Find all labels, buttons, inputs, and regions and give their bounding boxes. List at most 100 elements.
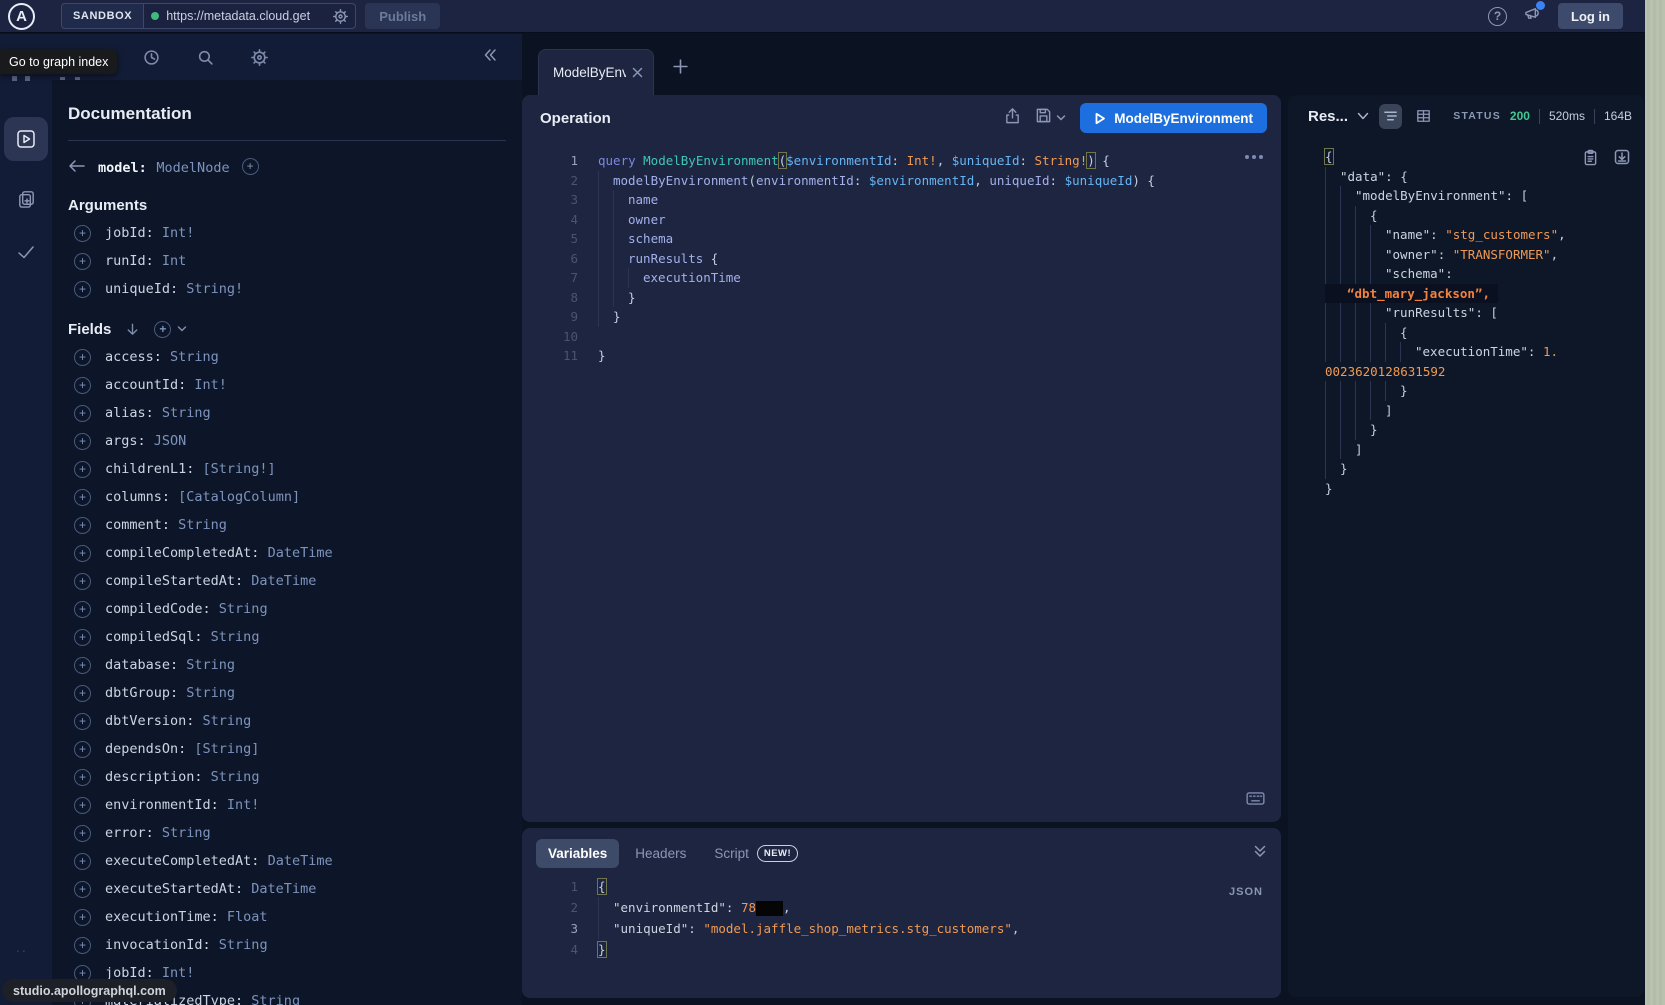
add-field-icon[interactable]: + (74, 685, 91, 702)
doc-field-row[interactable]: + invocationId: String (68, 931, 506, 959)
add-field-icon[interactable]: + (74, 225, 91, 242)
keyboard-shortcuts-icon[interactable] (1246, 792, 1265, 810)
doc-field-row[interactable]: + executeStartedAt: DateTime (68, 875, 506, 903)
doc-field-row[interactable]: + dependsOn: [String] (68, 735, 506, 763)
graph-index-icon-partial[interactable] (12, 76, 30, 81)
help-icon[interactable]: ? (1488, 7, 1507, 26)
apollo-logo[interactable]: A (8, 3, 35, 30)
tab-script[interactable]: ScriptNEW! (702, 839, 810, 868)
collapse-variables-icon[interactable] (1253, 844, 1267, 863)
doc-field-row[interactable]: + args: JSON (68, 427, 506, 455)
settings-gear-icon[interactable] (251, 49, 268, 66)
response-actions (1583, 149, 1630, 170)
add-field-icon[interactable]: + (74, 517, 91, 534)
share-operation-icon[interactable] (1004, 107, 1021, 130)
save-options-chevron-icon[interactable] (1056, 109, 1066, 127)
add-field-icon[interactable]: + (74, 489, 91, 506)
add-field-icon[interactable]: + (74, 349, 91, 366)
back-arrow-icon[interactable] (68, 159, 86, 173)
new-tab-icon[interactable] (672, 58, 689, 80)
doc-field-row[interactable]: + description: String (68, 763, 506, 791)
endpoint-settings-gear-icon[interactable] (333, 9, 348, 24)
doc-field-row[interactable]: + environmentId: Int! (68, 791, 506, 819)
download-response-icon[interactable] (1614, 149, 1630, 170)
status-code: 200 (1510, 109, 1530, 123)
response-size: 164B (1604, 109, 1632, 123)
operation-editor[interactable]: 1query ModelByEnvironment($environmentId… (522, 141, 1281, 366)
response-title[interactable]: Res... (1308, 108, 1369, 125)
add-field-icon[interactable]: + (74, 853, 91, 870)
collections-nav-item[interactable] (4, 176, 48, 220)
table-view-toggle[interactable] (1412, 104, 1435, 129)
add-all-fields-icon[interactable]: + (154, 321, 187, 338)
doc-field-row[interactable]: + compileStartedAt: DateTime (68, 567, 506, 595)
collapse-panel-icon[interactable] (482, 47, 498, 68)
add-field-icon[interactable]: + (74, 405, 91, 422)
model-field-type[interactable]: ModelNode (156, 160, 229, 176)
close-tab-icon[interactable] (632, 67, 643, 78)
doc-field-row[interactable]: + columns: [CatalogColumn] (68, 483, 506, 511)
add-field-icon[interactable]: + (74, 769, 91, 786)
doc-field-row[interactable]: + alias: String (68, 399, 506, 427)
status-label: STATUS (1453, 110, 1501, 122)
checks-nav-item[interactable] (4, 230, 48, 274)
doc-field-row[interactable]: + error: String (68, 819, 506, 847)
endpoint-url[interactable]: https://metadata.cloud.get (166, 9, 326, 23)
tab-variables[interactable]: Variables (536, 839, 619, 868)
doc-field-row[interactable]: + dbtVersion: String (68, 707, 506, 735)
copy-response-icon[interactable] (1583, 149, 1598, 170)
save-operation-group[interactable] (1035, 107, 1066, 129)
arguments-heading: Arguments (68, 195, 506, 215)
doc-field-row[interactable]: + jobId: Int! (68, 219, 506, 247)
history-clock-icon[interactable] (143, 49, 160, 66)
announcements-megaphone-icon[interactable] (1523, 5, 1542, 27)
doc-field-row[interactable]: + compiledCode: String (68, 595, 506, 623)
doc-field-row[interactable]: + childrenL1: [String!] (68, 455, 506, 483)
add-field-icon[interactable]: + (74, 797, 91, 814)
doc-field-row[interactable]: + dbtGroup: String (68, 679, 506, 707)
add-field-icon[interactable]: + (74, 253, 91, 270)
add-field-icon[interactable]: + (74, 545, 91, 562)
editor-overflow-menu-icon[interactable] (1245, 155, 1263, 159)
variables-editor[interactable]: 1{2"environmentId": 78,3"uniqueId": "mod… (522, 868, 1281, 960)
doc-field-row[interactable]: + compileCompletedAt: DateTime (68, 539, 506, 567)
doc-field-row[interactable]: + executeCompletedAt: DateTime (68, 847, 506, 875)
search-icon[interactable] (197, 49, 214, 66)
add-field-icon[interactable]: + (74, 881, 91, 898)
add-field-icon[interactable]: + (74, 377, 91, 394)
add-field-icon[interactable]: + (74, 825, 91, 842)
doc-field-row[interactable]: + database: String (68, 651, 506, 679)
run-operation-button[interactable]: ModelByEnvironment (1080, 103, 1267, 133)
add-field-icon[interactable]: + (74, 741, 91, 758)
doc-field-row[interactable]: + access: String (68, 343, 506, 371)
add-field-icon[interactable]: + (74, 909, 91, 926)
doc-field-row[interactable]: + executionTime: Float (68, 903, 506, 931)
add-field-icon[interactable]: + (74, 629, 91, 646)
add-field-icon[interactable]: + (74, 713, 91, 730)
json-view-toggle[interactable] (1379, 104, 1402, 129)
add-model-field-icon[interactable]: + (242, 158, 259, 175)
model-field-name[interactable]: model: (98, 160, 147, 176)
add-field-icon[interactable]: + (74, 601, 91, 618)
add-field-icon[interactable]: + (74, 281, 91, 298)
add-field-icon[interactable]: + (74, 937, 91, 954)
publish-button[interactable]: Publish (365, 3, 440, 29)
endpoint-url-box[interactable]: https://metadata.cloud.get (144, 3, 356, 29)
doc-field-row[interactable]: + uniqueId: String! (68, 275, 506, 303)
doc-field-row[interactable]: + runId: Int (68, 247, 506, 275)
operation-tab[interactable]: ModelByEnvi... (538, 49, 654, 95)
add-field-icon[interactable]: + (74, 657, 91, 674)
operation-card: Operation ModelB (522, 95, 1281, 822)
add-field-icon[interactable]: + (74, 461, 91, 478)
add-field-icon[interactable]: + (74, 433, 91, 450)
save-operation-icon[interactable] (1035, 107, 1052, 129)
explorer-nav-item[interactable] (4, 117, 48, 161)
add-field-icon[interactable]: + (74, 573, 91, 590)
login-button[interactable]: Log in (1558, 3, 1623, 29)
sort-fields-icon[interactable] (125, 322, 140, 337)
doc-field-row[interactable]: + accountId: Int! (68, 371, 506, 399)
line-number: 3 (522, 190, 578, 210)
doc-field-row[interactable]: + comment: String (68, 511, 506, 539)
tab-headers[interactable]: Headers (623, 839, 698, 868)
doc-field-row[interactable]: + compiledSql: String (68, 623, 506, 651)
